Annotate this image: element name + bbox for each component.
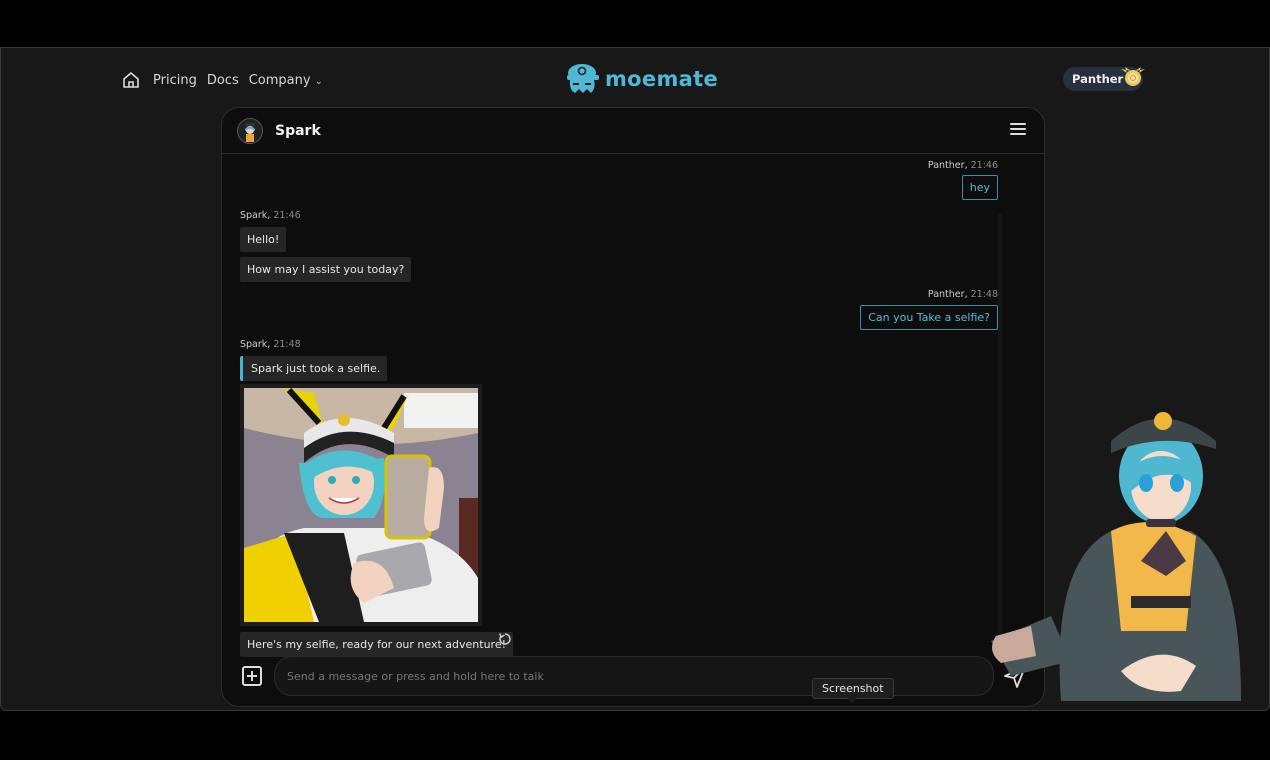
message-meta: Panther, 21:46 bbox=[927, 160, 998, 171]
system-message: Spark just took a selfie. bbox=[240, 356, 388, 381]
nav-pricing[interactable]: Pricing bbox=[153, 73, 197, 88]
selfie-image[interactable] bbox=[240, 384, 482, 626]
top-nav: Pricing Docs Company ⌄ bbox=[121, 70, 323, 90]
nav-company[interactable]: Company ⌄ bbox=[249, 73, 323, 88]
bot-message: How may I assist you today? bbox=[240, 257, 412, 282]
winged-gold-badge-icon bbox=[1121, 67, 1145, 86]
message-meta: Spark, 21:46 bbox=[240, 210, 301, 221]
screenshot-tooltip: Screenshot bbox=[812, 678, 894, 703]
chevron-down-icon: ⌄ bbox=[314, 75, 323, 87]
selfie-illustration bbox=[244, 388, 478, 622]
regenerate-icon[interactable] bbox=[498, 632, 512, 646]
hamburger-menu-icon[interactable] bbox=[1010, 123, 1026, 137]
chat-header: Spark bbox=[222, 108, 1044, 154]
character-avatar-icon bbox=[245, 122, 255, 142]
mascot-logo-icon bbox=[567, 64, 599, 93]
chat-title: Spark bbox=[275, 122, 321, 139]
composer bbox=[222, 656, 1044, 706]
character-avatar[interactable] bbox=[237, 117, 263, 144]
message-meta: Panther, 21:48 bbox=[927, 289, 998, 300]
message-meta: Spark, 21:48 bbox=[240, 339, 301, 350]
brand-logo[interactable]: moemate bbox=[565, 62, 718, 96]
user-name: Panther bbox=[1072, 72, 1124, 86]
add-attachment-button[interactable] bbox=[242, 666, 262, 686]
app-frame: Pricing Docs Company ⌄ moemate Panther S… bbox=[0, 47, 1270, 711]
nav-docs[interactable]: Docs bbox=[207, 73, 239, 88]
3d-character-avatar[interactable] bbox=[991, 401, 1251, 709]
chat-panel: Spark Panther, 21:46 hey Spark, 21:46 He… bbox=[221, 107, 1045, 707]
user-menu[interactable]: Panther bbox=[1063, 67, 1145, 91]
brand-name: moemate bbox=[605, 67, 718, 91]
user-message: hey bbox=[961, 175, 998, 200]
nav-company-label: Company bbox=[248, 72, 311, 88]
home-icon[interactable] bbox=[121, 70, 141, 90]
message-list[interactable]: Panther, 21:46 hey Spark, 21:46 Hello! H… bbox=[222, 154, 1022, 657]
bot-message: Hello! bbox=[240, 227, 287, 252]
bot-message: Here's my selfie, ready for our next adv… bbox=[240, 632, 514, 657]
user-message: Can you Take a selfie? bbox=[860, 305, 998, 330]
